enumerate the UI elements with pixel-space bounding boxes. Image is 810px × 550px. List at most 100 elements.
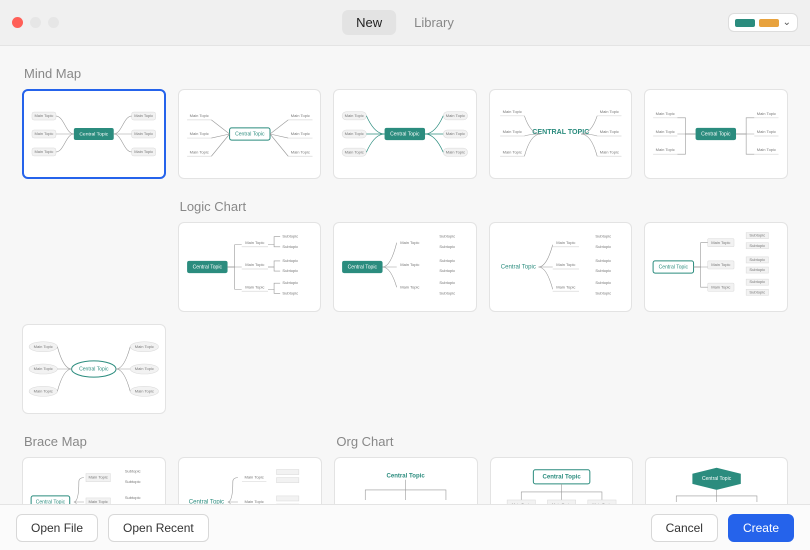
svg-text:Subtopic: Subtopic	[750, 279, 766, 284]
svg-text:Main Topic: Main Topic	[592, 502, 611, 504]
titlebar: New Library ⌄	[0, 0, 810, 46]
svg-text:Main Topic: Main Topic	[189, 131, 208, 136]
svg-text:Subtopic: Subtopic	[440, 244, 456, 249]
svg-text:Main Topic: Main Topic	[656, 129, 675, 134]
cancel-button[interactable]: Cancel	[651, 514, 718, 542]
svg-text:Main Topic: Main Topic	[600, 129, 619, 134]
section-brace-map-title: Brace Map	[24, 434, 322, 449]
template-mind-map-5[interactable]: Central Topic Main Topic Main Topic Main…	[644, 89, 788, 179]
svg-text:Central Topic: Central Topic	[235, 131, 265, 137]
svg-text:Main Topic: Main Topic	[556, 240, 575, 245]
svg-text:Main Topic: Main Topic	[134, 149, 153, 154]
svg-text:Subtopic: Subtopic	[282, 234, 298, 239]
svg-text:Subtopic: Subtopic	[750, 233, 766, 238]
template-logic-chart-1[interactable]: Central Topic Main Topic Main Topic Main…	[178, 222, 322, 312]
minimize-window-icon[interactable]	[30, 17, 41, 28]
section-mind-map-title: Mind Map	[24, 66, 788, 81]
svg-text:Main Topic: Main Topic	[400, 262, 419, 267]
svg-text:Main Topic: Main Topic	[34, 388, 53, 393]
svg-text:Subtopic: Subtopic	[595, 234, 611, 239]
footer: Open File Open Recent Cancel Create	[0, 504, 810, 550]
svg-text:Subtopic: Subtopic	[595, 280, 611, 285]
svg-text:Main Topic: Main Topic	[757, 129, 776, 134]
svg-text:Central Topic: Central Topic	[390, 131, 420, 137]
svg-text:Main Topic: Main Topic	[134, 113, 153, 118]
svg-text:Main Topic: Main Topic	[34, 149, 53, 154]
svg-text:Subtopic: Subtopic	[440, 280, 456, 285]
close-window-icon[interactable]	[12, 17, 23, 28]
svg-text:Main Topic: Main Topic	[600, 109, 619, 114]
svg-text:Central Topic: Central Topic	[192, 264, 222, 270]
svg-text:Central Topic: Central Topic	[542, 474, 581, 480]
svg-text:Main Topic: Main Topic	[245, 240, 264, 245]
svg-text:Central Topic: Central Topic	[79, 131, 108, 137]
svg-text:Main Topic: Main Topic	[345, 113, 364, 118]
svg-text:Main Topic: Main Topic	[656, 111, 675, 116]
svg-text:Subtopic: Subtopic	[125, 469, 141, 474]
svg-text:Main Topic: Main Topic	[712, 240, 731, 245]
svg-text:Central Topic: Central Topic	[348, 264, 378, 270]
template-org-chart-1[interactable]: Central Topic Main TopicMain TopicMain T…	[334, 457, 477, 504]
svg-text:Main Topic: Main Topic	[245, 262, 264, 267]
svg-text:Subtopic: Subtopic	[125, 495, 141, 500]
svg-text:Central Topic: Central Topic	[501, 265, 536, 271]
svg-text:Main Topic: Main Topic	[345, 131, 364, 136]
svg-text:Subtopic: Subtopic	[125, 479, 141, 484]
svg-text:Subtopic: Subtopic	[750, 267, 766, 272]
template-org-chart-3[interactable]: Central Topic Main TopicMain TopicMain T…	[645, 457, 788, 504]
svg-text:Main Topic: Main Topic	[245, 284, 264, 289]
svg-text:Main Topic: Main Topic	[400, 240, 419, 245]
section-org-chart-title: Org Chart	[336, 434, 788, 449]
svg-text:Main Topic: Main Topic	[34, 366, 53, 371]
template-gallery: Mind Map Central Topic Main Topic Main T…	[0, 46, 810, 504]
svg-text:Main Topic: Main Topic	[511, 502, 530, 504]
svg-text:Main Topic: Main Topic	[502, 109, 521, 114]
template-org-chart-2[interactable]: Central Topic Main Topic Main Topic Main…	[490, 457, 633, 504]
svg-text:Subtopic: Subtopic	[750, 257, 766, 262]
svg-text:Subtopic: Subtopic	[750, 289, 766, 294]
svg-text:Main Topic: Main Topic	[135, 388, 154, 393]
create-button[interactable]: Create	[728, 514, 794, 542]
svg-text:Main Topic: Main Topic	[290, 131, 309, 136]
template-mind-map-2[interactable]: Central Topic Main Topic Main Topic Main…	[178, 89, 322, 179]
svg-text:Main Topic: Main Topic	[89, 475, 108, 480]
svg-text:Main Topic: Main Topic	[556, 262, 575, 267]
svg-text:Subtopic: Subtopic	[440, 290, 456, 295]
svg-text:Subtopic: Subtopic	[440, 258, 456, 263]
svg-text:Subtopic: Subtopic	[440, 234, 456, 239]
template-mind-map-1[interactable]: Central Topic Main Topic Main Topic Main…	[22, 89, 166, 179]
svg-text:Main Topic: Main Topic	[446, 131, 465, 136]
theme-picker[interactable]: ⌄	[728, 13, 798, 32]
svg-text:Main Topic: Main Topic	[446, 149, 465, 154]
svg-text:Main Topic: Main Topic	[446, 113, 465, 118]
svg-text:Main Topic: Main Topic	[600, 149, 619, 154]
svg-text:Subtopic: Subtopic	[595, 268, 611, 273]
svg-text:Main Topic: Main Topic	[556, 284, 575, 289]
template-brace-map-2[interactable]: Central Topic Main Topic Main Topic Main…	[178, 457, 322, 504]
tab-new[interactable]: New	[342, 10, 396, 35]
svg-text:Main Topic: Main Topic	[400, 284, 419, 289]
template-brace-map-1[interactable]: Central Topic Main Topic Main Topic Main…	[22, 457, 166, 504]
open-recent-button[interactable]: Open Recent	[108, 514, 209, 542]
template-mind-map-4[interactable]: CENTRAL TOPIC Main Topic Main Topic Main…	[489, 89, 633, 179]
template-logic-chart-2[interactable]: Central Topic Main Topic Main Topic Main T…	[333, 222, 477, 312]
svg-text:Subtopic: Subtopic	[282, 280, 298, 285]
svg-text:Subtopic: Subtopic	[750, 243, 766, 248]
template-mind-map-6[interactable]: Central Topic Main Topic Main Topic Main…	[22, 324, 166, 414]
template-logic-chart-3[interactable]: Central Topic Main Topic Main Topic Main…	[489, 222, 633, 312]
window-controls	[12, 17, 59, 28]
svg-text:Main Topic: Main Topic	[437, 503, 456, 504]
maximize-window-icon[interactable]	[48, 17, 59, 28]
svg-text:Central Topic: Central Topic	[702, 476, 732, 482]
svg-text:Central Topic: Central Topic	[387, 473, 426, 479]
open-file-button[interactable]: Open File	[16, 514, 98, 542]
svg-text:Main Topic: Main Topic	[135, 366, 154, 371]
svg-text:Main Topic: Main Topic	[757, 111, 776, 116]
svg-text:Main Topic: Main Topic	[345, 149, 364, 154]
template-mind-map-3[interactable]: Central Topic Main Topic Main Topic Main…	[333, 89, 477, 179]
template-logic-chart-4[interactable]: Central Topic Main Topic Main Topic Main…	[644, 222, 788, 312]
svg-text:Central Topic: Central Topic	[702, 131, 732, 137]
svg-text:Main Topic: Main Topic	[656, 147, 675, 152]
section-logic-chart-title: Logic Chart	[180, 199, 788, 214]
tab-library[interactable]: Library	[400, 10, 468, 35]
